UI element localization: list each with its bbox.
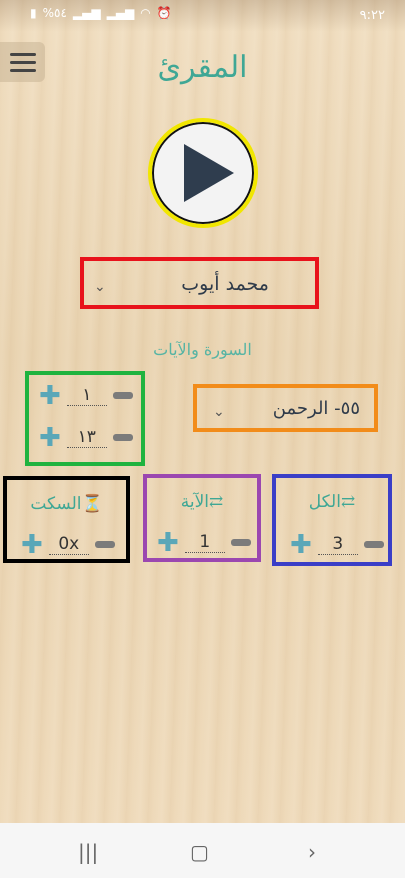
ayah-to-stepper: ✚ ١٣	[39, 425, 133, 451]
ayah-repeat-value[interactable]: 1	[184, 532, 225, 553]
battery-percent: %٥٤	[42, 6, 67, 20]
surah-name: ٥٥- الرحمن	[272, 398, 360, 419]
minus-icon[interactable]	[94, 541, 115, 548]
ayah-range-box: ✚ ١ ✚ ١٣	[25, 371, 145, 466]
status-icons: ▮ %٥٤ ▂▄▆ ▂▄▆ ◠ ⏰	[30, 6, 172, 20]
alarm-icon: ⏰	[156, 6, 172, 20]
all-repeat-stepper: ✚ 3	[290, 532, 384, 558]
plus-icon[interactable]: ✚	[39, 425, 61, 451]
play-button[interactable]	[148, 118, 258, 228]
section-label: السورة والآيات	[153, 340, 252, 359]
ayah-repeat-label: الآية⇄	[147, 492, 257, 512]
system-nav-bar: ||| ▢ ›	[0, 823, 405, 878]
wifi-icon: ◠	[140, 6, 151, 20]
silence-value[interactable]: 0x	[48, 534, 89, 555]
reciter-dropdown[interactable]: محمد أيوب ⌄	[80, 257, 319, 309]
silence-label-text: السكت	[30, 494, 82, 514]
ayah-repeat-label-text: الآية	[180, 492, 209, 512]
ayah-repeat-stepper: ✚ 1	[157, 530, 251, 556]
back-icon[interactable]: ›	[308, 840, 316, 864]
silence-label: السكت⏳	[7, 494, 126, 514]
ayah-repeat-box: الآية⇄ ✚ 1	[143, 474, 261, 562]
plus-icon[interactable]: ✚	[157, 530, 179, 556]
ayah-from-stepper: ✚ ١	[39, 383, 133, 409]
plus-icon[interactable]: ✚	[21, 532, 43, 558]
minus-icon[interactable]	[112, 392, 133, 399]
home-icon[interactable]: ▢	[190, 840, 209, 864]
silence-box: السكت⏳ ✚ 0x	[3, 476, 130, 563]
surah-dropdown[interactable]: ٥٥- الرحمن ⌄	[193, 384, 378, 432]
signal-icon-2: ▂▄▆	[106, 6, 135, 20]
status-bar: ▮ %٥٤ ▂▄▆ ▂▄▆ ◠ ⏰ ٩:٢٢	[0, 0, 405, 32]
repeat-icon: ⇄	[209, 492, 224, 512]
hourglass-icon: ⏳	[81, 494, 103, 514]
all-repeat-box: الكل⇄ ✚ 3	[272, 474, 392, 566]
chevron-down-icon: ⌄	[213, 404, 225, 420]
reciter-name: محمد أيوب	[181, 273, 269, 295]
status-time: ٩:٢٢	[359, 8, 385, 23]
battery-icon: ▮	[30, 6, 37, 20]
signal-icon: ▂▄▆	[72, 6, 101, 20]
minus-icon[interactable]	[112, 434, 133, 441]
silence-stepper: ✚ 0x	[21, 532, 115, 558]
minus-icon[interactable]	[230, 539, 251, 546]
all-repeat-value[interactable]: 3	[317, 534, 358, 555]
recent-apps-icon[interactable]: |||	[78, 840, 98, 864]
play-icon	[184, 144, 234, 202]
app-title: المقرئ	[157, 50, 248, 85]
plus-icon[interactable]: ✚	[290, 532, 312, 558]
ayah-to-value[interactable]: ١٣	[66, 427, 107, 448]
repeat-icon: ⇄	[340, 492, 356, 512]
ayah-from-value[interactable]: ١	[66, 385, 107, 406]
all-repeat-label: الكل⇄	[276, 492, 388, 512]
all-repeat-label-text: الكل	[308, 492, 341, 512]
chevron-down-icon: ⌄	[94, 279, 106, 295]
plus-icon[interactable]: ✚	[39, 383, 61, 409]
minus-icon[interactable]	[363, 541, 384, 548]
